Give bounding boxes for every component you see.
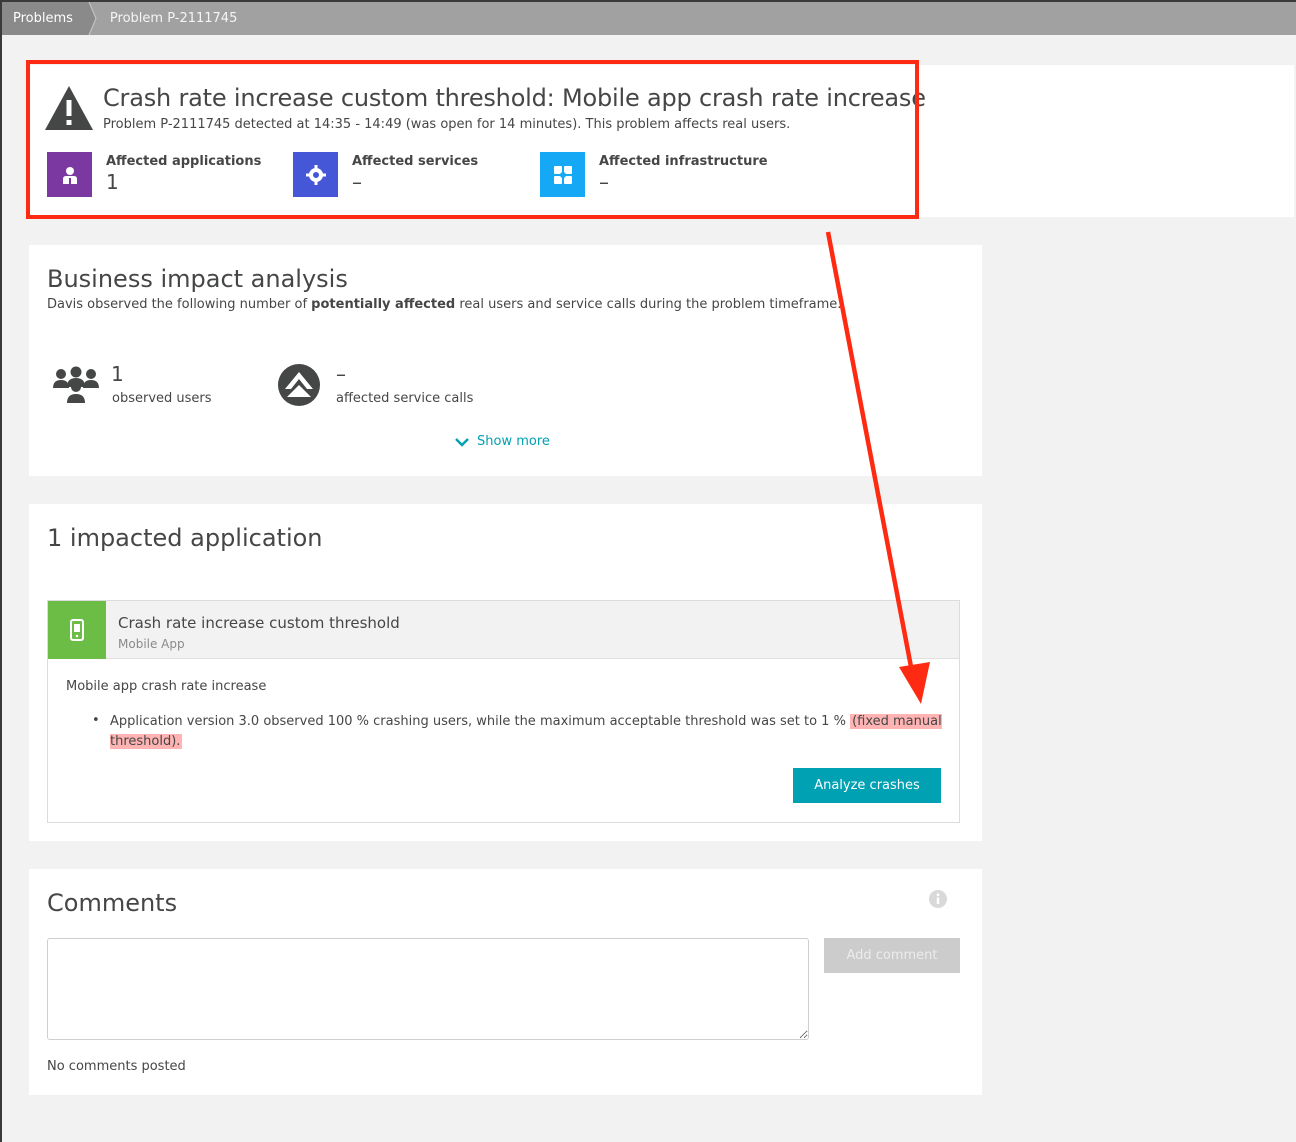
- user-icon: [47, 152, 92, 197]
- affected-infrastructure-label: Affected infrastructure: [599, 154, 768, 169]
- info-icon[interactable]: [929, 890, 947, 908]
- service-calls-value: –: [336, 362, 346, 386]
- show-more-link[interactable]: Show more: [455, 434, 550, 449]
- observed-users-value: 1: [111, 362, 124, 386]
- affected-applications[interactable]: Affected applications 1: [47, 152, 261, 198]
- application-name[interactable]: Crash rate increase custom threshold: [118, 614, 400, 632]
- impacted-application-item: Crash rate increase custom threshold Mob…: [47, 600, 960, 823]
- users-group-icon: [53, 366, 99, 403]
- impacted-application-card: 1 impacted application Crash rate increa…: [29, 504, 982, 841]
- show-more-label: Show more: [477, 434, 550, 449]
- warning-icon: [45, 86, 93, 130]
- observed-users-label: observed users: [112, 391, 212, 406]
- breadcrumb: Problems Problem P-2111745: [2, 2, 1296, 35]
- window-frame-left: [0, 0, 2, 1142]
- breadcrumb-problems-link[interactable]: Problems: [2, 2, 87, 35]
- event-description: Application version 3.0 observed 100 % c…: [110, 714, 942, 749]
- affected-services-value: –: [352, 170, 362, 194]
- business-impact-card: Business impact analysis Davis observed …: [29, 245, 982, 476]
- list-bullet: •: [92, 713, 100, 728]
- business-impact-title: Business impact analysis: [47, 265, 348, 293]
- affected-services[interactable]: Affected services –: [293, 152, 478, 198]
- business-impact-description: Davis observed the following number of p…: [47, 297, 842, 312]
- chevron-down-icon: [455, 437, 469, 447]
- breadcrumb-separator: [82, 2, 97, 35]
- comments-title: Comments: [47, 889, 178, 917]
- affected-infrastructure-value: –: [599, 170, 609, 194]
- problem-subtitle: Problem P-2111745 detected at 14:35 - 14…: [103, 117, 791, 132]
- event-title: Mobile app crash rate increase: [66, 679, 267, 694]
- affected-services-label: Affected services: [352, 154, 479, 169]
- comment-input[interactable]: [47, 938, 809, 1040]
- affected-applications-value: 1: [106, 170, 119, 194]
- affected-infrastructure[interactable]: Affected infrastructure –: [540, 152, 768, 198]
- breadcrumb-current: Problem P-2111745: [109, 11, 238, 26]
- mobile-app-icon: [48, 601, 106, 659]
- comments-card: Comments Add comment No comments posted: [29, 869, 982, 1095]
- problem-title: Crash rate increase custom threshold: Mo…: [103, 84, 926, 112]
- affected-applications-label: Affected applications: [106, 154, 262, 169]
- application-type: Mobile App: [118, 637, 185, 651]
- service-calls-label: affected service calls: [336, 391, 474, 406]
- impacted-application-title: 1 impacted application: [47, 524, 323, 552]
- analyze-crashes-button[interactable]: Analyze crashes: [793, 768, 941, 803]
- gear-icon: [293, 152, 338, 197]
- infrastructure-icon: [540, 152, 585, 197]
- application-header[interactable]: Crash rate increase custom threshold Mob…: [48, 601, 959, 659]
- no-comments-message: No comments posted: [47, 1059, 186, 1074]
- add-comment-button[interactable]: Add comment: [824, 938, 960, 973]
- service-calls-icon: [278, 364, 320, 406]
